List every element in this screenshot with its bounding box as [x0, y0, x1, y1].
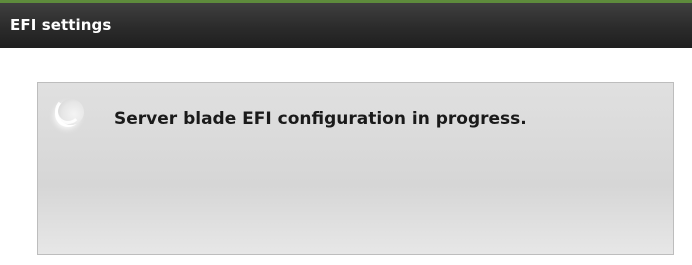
- dialog-header: EFI settings: [0, 0, 692, 48]
- progress-message: Server blade EFI configuration in progre…: [114, 109, 527, 129]
- dialog-title: EFI settings: [10, 16, 112, 34]
- progress-panel: Server blade EFI configuration in progre…: [37, 82, 674, 255]
- loading-spinner-icon: [55, 98, 84, 125]
